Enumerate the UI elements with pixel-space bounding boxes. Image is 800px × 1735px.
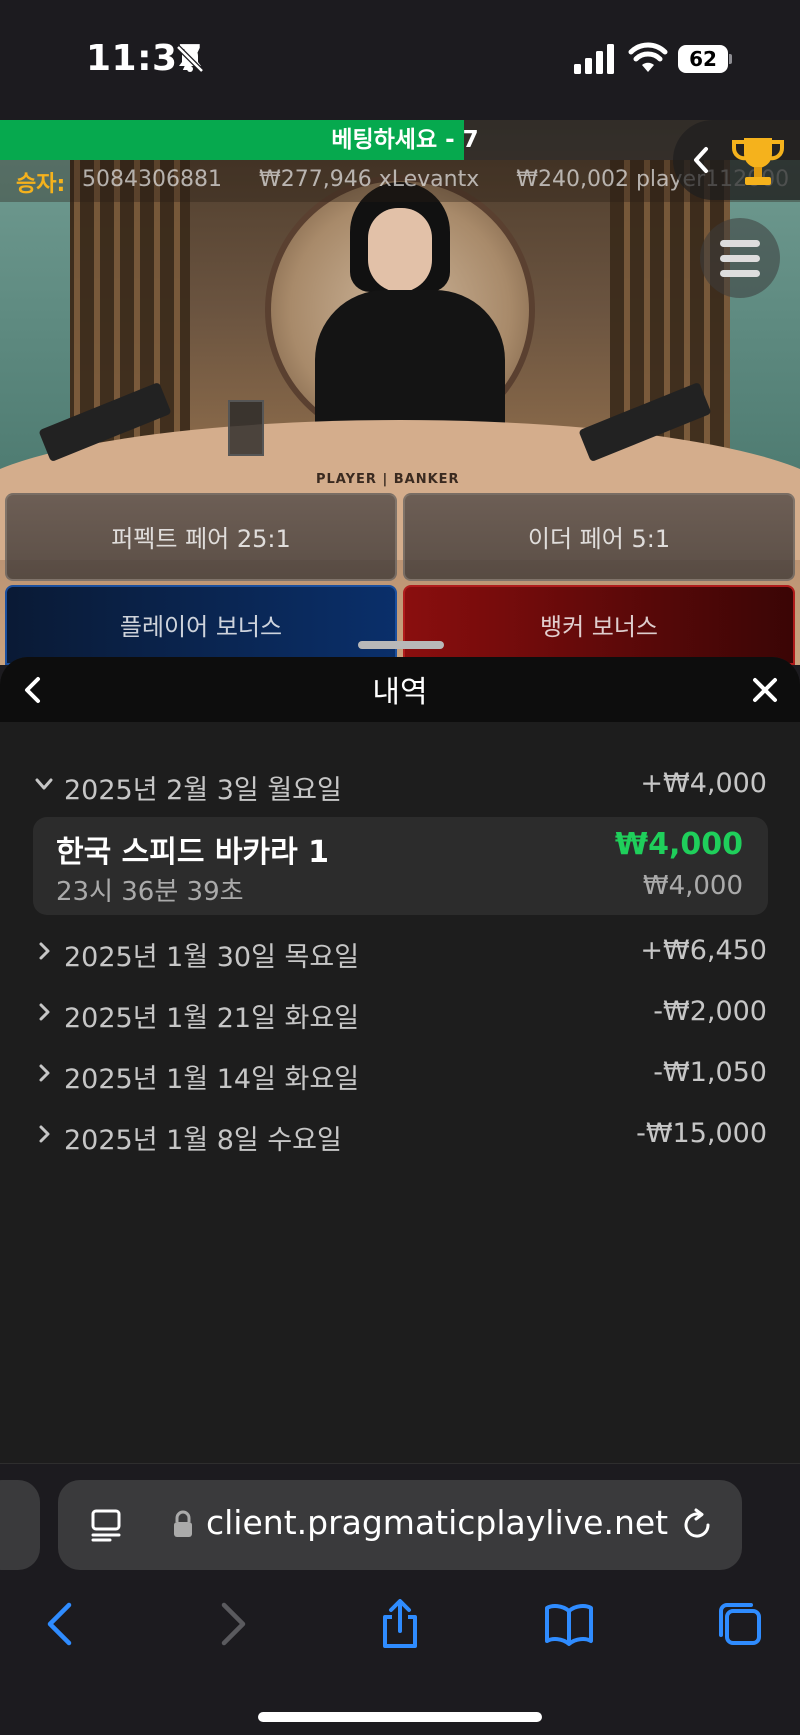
- round-game-name: 한국 스피드 바카라 1: [56, 835, 330, 870]
- reload-icon[interactable]: [680, 1508, 714, 1542]
- panel-header: 내역: [0, 657, 800, 722]
- close-icon[interactable]: [750, 675, 780, 705]
- back-icon[interactable]: [36, 1599, 86, 1649]
- address-bar[interactable]: client.pragmaticplaylive.net: [58, 1480, 742, 1570]
- discard-box: [228, 400, 264, 456]
- cellular-signal-icon: [574, 44, 614, 74]
- sheet-grab-handle[interactable]: [358, 641, 444, 649]
- winner-item: 5084306881: [82, 167, 222, 192]
- day-amount: -₩1,050: [653, 1057, 767, 1088]
- bet-perfect-pair[interactable]: 퍼펙트 페어 25:1: [5, 493, 397, 581]
- share-icon[interactable]: [375, 1599, 425, 1649]
- day-label: 2025년 1월 8일 수요일: [64, 1125, 342, 1156]
- decor-mural-right: [730, 160, 800, 490]
- bet-player-bonus[interactable]: 플레이어 보너스: [5, 585, 397, 665]
- chevron-right-icon: [39, 1125, 50, 1143]
- day-amount: -₩2,000: [653, 996, 767, 1027]
- bell-slash-icon: [176, 45, 204, 73]
- dealer-face: [368, 208, 432, 292]
- round-time: 23시 36분 39초: [56, 877, 244, 907]
- day-amount: +₩4,000: [640, 768, 767, 799]
- trophy-icon[interactable]: [728, 132, 788, 192]
- page-menu-icon[interactable]: [90, 1508, 122, 1542]
- panel-title: 내역: [372, 675, 428, 710]
- url-text: client.pragmaticplaylive.net: [206, 1503, 669, 1542]
- round-card[interactable]: 한국 스피드 바카라 1 ₩4,000 23시 36분 39초 ₩4,000: [33, 817, 768, 915]
- live-game-view: PLAYER | BANKER 베팅하세요 - 7 승자: 5084306881…: [0, 120, 800, 665]
- chevron-right-icon: [39, 1003, 50, 1021]
- browser-toolbar: client.pragmaticplaylive.net: [0, 1463, 800, 1735]
- battery-icon: 62: [678, 45, 732, 73]
- forward-icon[interactable]: [207, 1599, 257, 1649]
- history-day-row[interactable]: 2025년 1월 8일 수요일 -₩15,000: [0, 1115, 800, 1156]
- home-indicator[interactable]: [258, 1712, 542, 1722]
- wifi-icon: [628, 42, 668, 72]
- lock-icon: [174, 1510, 192, 1537]
- winners-label: 승자:: [16, 172, 66, 197]
- chevron-down-icon: [35, 778, 53, 790]
- chevron-right-icon: [39, 1064, 50, 1082]
- chevron-right-icon: [39, 942, 50, 960]
- history-day-row[interactable]: 2025년 1월 14일 화요일 -₩1,050: [0, 1054, 800, 1095]
- day-amount: +₩6,450: [640, 935, 767, 966]
- day-label: 2025년 1월 21일 화요일: [64, 1003, 360, 1034]
- bet-either-pair[interactable]: 이더 페어 5:1: [403, 493, 795, 581]
- battery-level: 62: [678, 45, 728, 73]
- day-amount: -₩15,000: [636, 1118, 767, 1149]
- bookmarks-icon[interactable]: [544, 1599, 594, 1649]
- game-menu-button[interactable]: [700, 218, 780, 298]
- day-label: 2025년 1월 30일 목요일: [64, 942, 360, 973]
- status-bar: 11:37 62: [0, 0, 800, 120]
- chevron-left-icon[interactable]: [690, 145, 712, 175]
- history-panel: 내역 2025년 2월 3일 월요일 +₩4,000 한국 스피드 바카라 1 …: [0, 657, 800, 1463]
- bet-banker-bonus[interactable]: 뱅커 보너스: [403, 585, 795, 665]
- tabs-icon[interactable]: [715, 1599, 765, 1649]
- bonus-bets-row: 플레이어 보너스 뱅커 보너스: [0, 585, 800, 665]
- previous-tab-preview[interactable]: [0, 1480, 40, 1570]
- day-label: 2025년 2월 3일 월요일: [64, 775, 342, 806]
- round-win-amount: ₩4,000: [615, 827, 743, 862]
- winner-item: ₩277,946 xLevantx: [258, 167, 480, 192]
- day-label: 2025년 1월 14일 화요일: [64, 1064, 360, 1095]
- table-label: PLAYER | BANKER: [316, 472, 460, 487]
- round-bet-amount: ₩4,000: [642, 871, 743, 901]
- history-day-row[interactable]: 2025년 1월 30일 목요일 +₩6,450: [0, 932, 800, 973]
- history-day-row[interactable]: 2025년 1월 21일 화요일 -₩2,000: [0, 993, 800, 1034]
- history-day-row[interactable]: 2025년 2월 3일 월요일 +₩4,000: [0, 765, 800, 806]
